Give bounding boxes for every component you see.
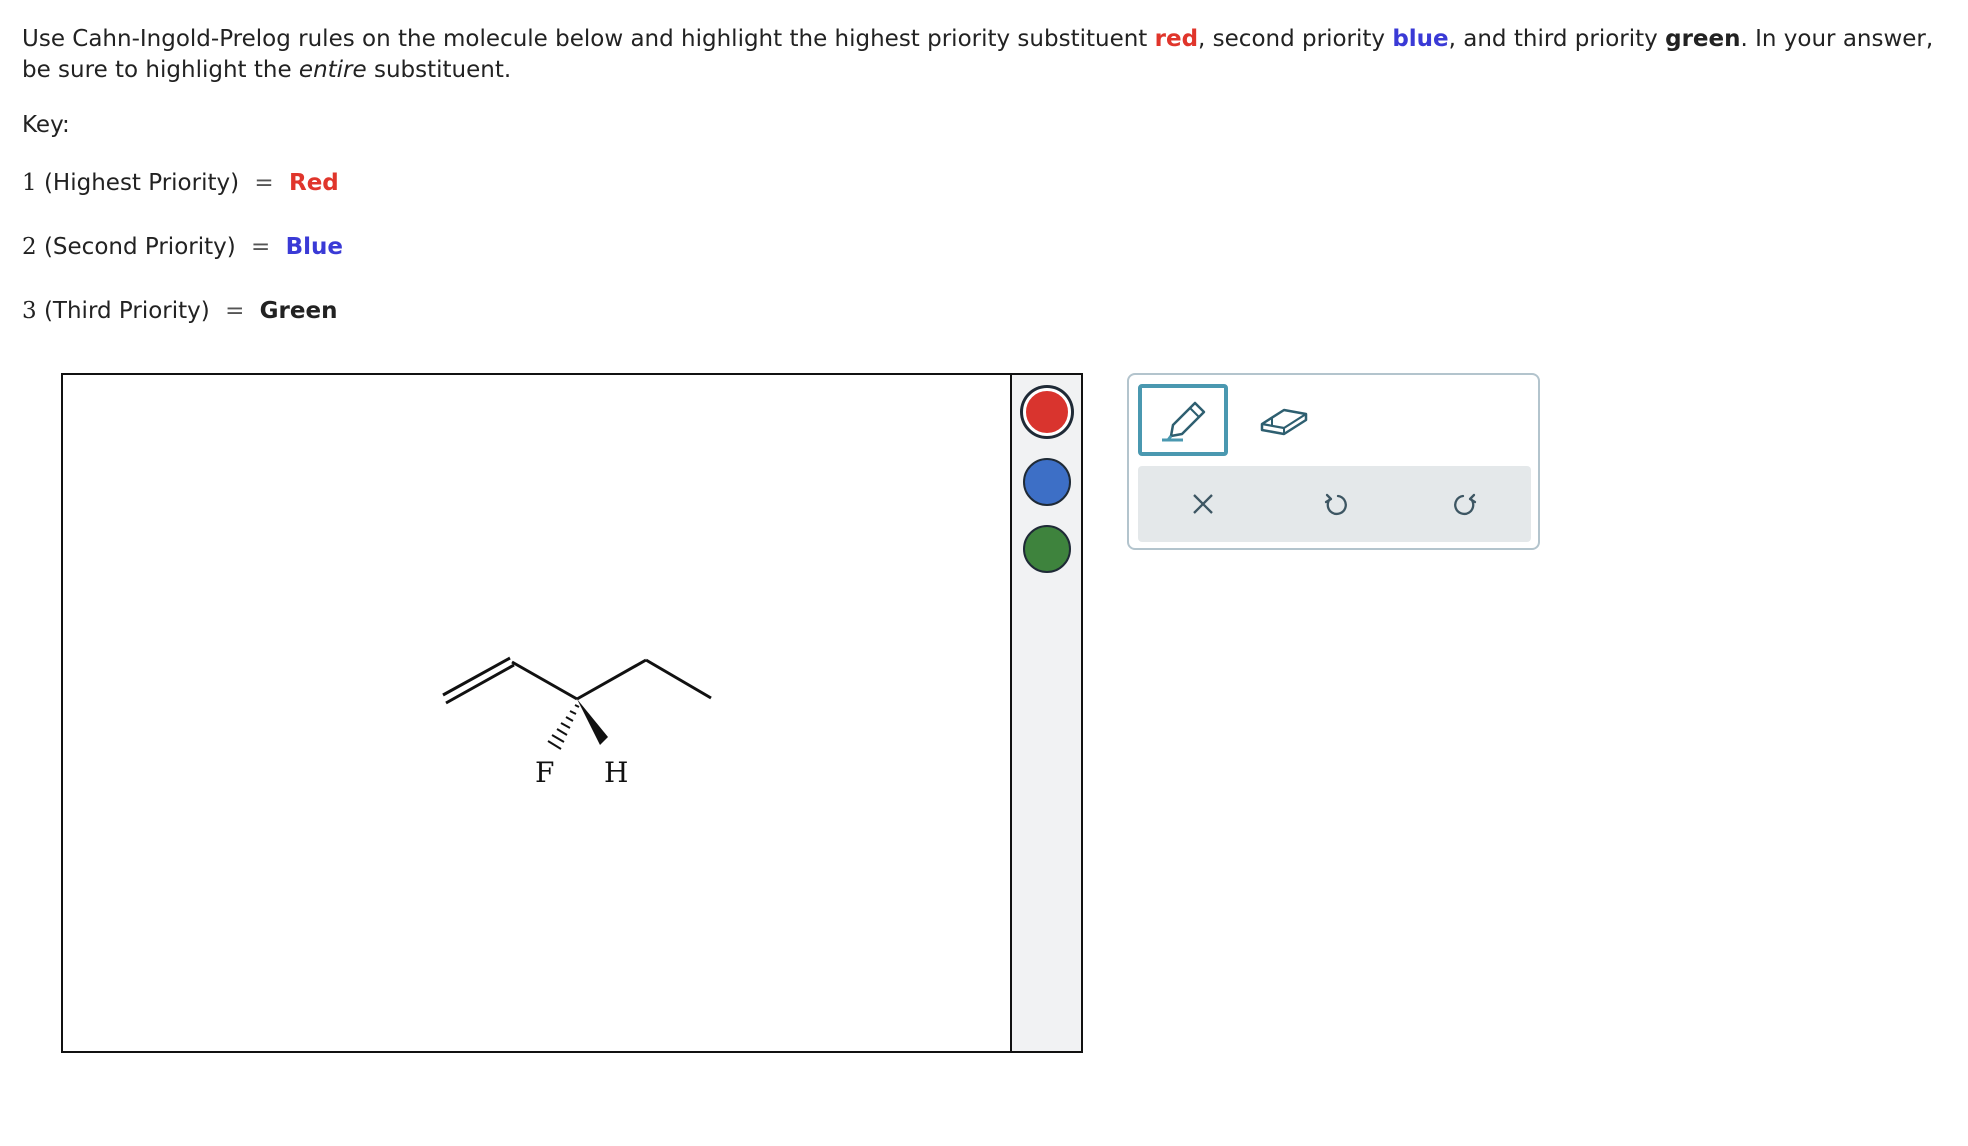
key-row-highest: 1 (Highest Priority) = Red <box>22 170 339 196</box>
question-part: , second priority <box>1198 26 1393 52</box>
question-text: Use Cahn-Ingold-Prelog rules on the mole… <box>22 24 1952 86</box>
highlighter-tool-button[interactable] <box>1138 384 1228 456</box>
key-color-name: Blue <box>285 234 344 260</box>
key-number: 3 <box>22 298 37 324</box>
double-bond-line[interactable] <box>445 663 515 705</box>
tool-panel <box>1127 373 1540 550</box>
highlight-canvas-frame: F H <box>61 373 1083 1053</box>
action-bar <box>1138 466 1531 542</box>
key-number: 2 <box>22 234 37 260</box>
key-equals: = <box>251 234 271 260</box>
question-part: substituent. <box>366 57 512 83</box>
key-number: 1 <box>22 170 37 196</box>
key-equals: = <box>225 298 245 324</box>
key-color-name: Green <box>259 298 338 324</box>
blue-color-swatch[interactable] <box>1023 458 1071 506</box>
solid-wedge-bond[interactable] <box>577 699 608 745</box>
key-label: Key: <box>22 112 70 138</box>
blue-keyword: blue <box>1392 26 1449 52</box>
question-part: , and third priority <box>1448 26 1666 52</box>
eraser-tool-button[interactable] <box>1239 384 1329 456</box>
double-bond-line[interactable] <box>442 656 511 697</box>
green-keyword: green <box>1665 26 1741 52</box>
redo-icon <box>1454 493 1477 516</box>
key-description: (Third Priority) <box>43 298 210 324</box>
atom-label-f[interactable]: F <box>535 756 554 789</box>
close-icon <box>1193 494 1213 514</box>
key-description: (Second Priority) <box>43 234 236 260</box>
hashed-wedge-bond[interactable] <box>547 704 580 750</box>
highlighter-icon <box>1162 401 1206 442</box>
green-color-swatch[interactable] <box>1023 525 1071 573</box>
key-description: (Highest Priority) <box>43 170 240 196</box>
bond-line[interactable] <box>511 660 578 701</box>
eraser-icon <box>1260 408 1308 436</box>
question-part: Use Cahn-Ingold-Prelog rules on the mole… <box>22 26 1155 52</box>
atom-label-h[interactable]: H <box>604 756 628 789</box>
key-row-third: 3 (Third Priority) = Green <box>22 298 337 324</box>
clear-button[interactable] <box>1181 482 1225 526</box>
key-color-name: Red <box>289 170 339 196</box>
molecule-drawing[interactable]: F H <box>63 375 1010 1051</box>
undo-icon <box>1324 493 1347 516</box>
red-color-swatch[interactable] <box>1023 388 1071 436</box>
entire-keyword: entire <box>298 57 367 83</box>
redo-button[interactable] <box>1444 482 1488 526</box>
color-palette <box>1012 375 1081 1051</box>
bond-line[interactable] <box>645 658 712 700</box>
key-equals: = <box>254 170 274 196</box>
bond-line[interactable] <box>576 658 647 701</box>
undo-button[interactable] <box>1313 482 1357 526</box>
red-keyword: red <box>1154 26 1199 52</box>
key-row-second: 2 (Second Priority) = Blue <box>22 234 343 260</box>
drawing-area[interactable]: F H <box>63 375 1012 1051</box>
